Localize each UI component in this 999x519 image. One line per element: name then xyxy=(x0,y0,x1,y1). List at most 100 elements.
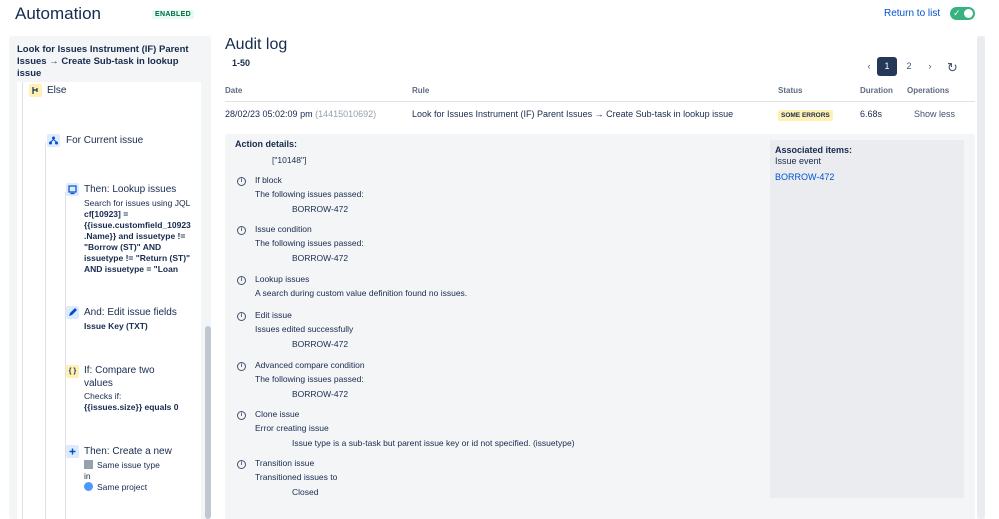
pencil-icon xyxy=(66,306,79,319)
jql-line: .Name}} and issuetype != xyxy=(84,231,186,241)
info-icon: i xyxy=(237,362,246,371)
entry-title: Advanced compare condition xyxy=(255,360,365,370)
log-date-value: 28/02/23 05:02:09 pm xyxy=(225,109,313,119)
entry-desc: Transitioned issues to xyxy=(255,472,338,482)
entry-title: Edit issue xyxy=(255,310,292,320)
status-badge: ENABLED xyxy=(152,10,194,19)
flow-line xyxy=(45,142,46,519)
return-to-list-link[interactable]: Return to list xyxy=(884,8,940,19)
entry-title: Lookup issues xyxy=(255,274,310,284)
branch-icon xyxy=(29,84,42,97)
info-icon: i xyxy=(237,312,246,321)
column-status: Status xyxy=(778,86,803,95)
log-details: Action details: ["10148"] i If block The… xyxy=(225,134,975,519)
project-icon xyxy=(84,482,93,491)
associated-items-panel: Associated items: Issue event BORROW-472 xyxy=(770,140,964,498)
show-less-button[interactable]: Show less xyxy=(914,109,955,119)
lookup-description: Search for issues using JQL xyxy=(84,198,191,208)
audit-log-title: Audit log xyxy=(225,36,288,53)
column-rule: Rule xyxy=(412,86,430,95)
edit-field-summary: Issue Key (TXT) xyxy=(84,321,148,331)
jql-line: {{issue.customfield_10923 xyxy=(84,220,191,230)
braces-icon: { } xyxy=(66,365,79,378)
column-operations: Operations xyxy=(907,86,950,95)
jql-line: AND issuetype = "Loan xyxy=(84,264,179,274)
entry-value: Issue type is a sub-task but parent issu… xyxy=(292,438,575,448)
entry-value: Closed xyxy=(292,487,319,497)
jql-line: "Borrow (ST)" AND xyxy=(84,242,162,252)
rule-sidebar: Look for Issues Instrument (IF) Parent I… xyxy=(9,36,211,519)
entry-desc: The following issues passed: xyxy=(255,189,364,199)
entry-value: BORROW-472 xyxy=(292,204,349,214)
create-issue-node[interactable]: Then: Create a new xyxy=(84,446,172,457)
entry-desc: Error creating issue xyxy=(255,423,329,433)
associated-event-label: Issue event xyxy=(775,156,822,166)
associated-items-label: Associated items: xyxy=(775,145,853,155)
info-icon: i xyxy=(237,226,246,235)
for-current-issue-node[interactable]: For Current issue xyxy=(66,135,143,146)
jql-line: cf[10923] = xyxy=(84,209,129,219)
chevron-right-icon[interactable]: › xyxy=(920,57,940,76)
project-label: Same project xyxy=(97,482,148,492)
action-details-label: Action details: xyxy=(235,139,298,149)
create-issue-type: Same issue type xyxy=(84,460,160,471)
compare-expression: {{issues.size}} equals 0 xyxy=(84,402,179,412)
entry-title: Issue condition xyxy=(255,224,312,234)
lookup-issues-node[interactable]: Then: Lookup issues xyxy=(84,184,176,195)
plus-icon xyxy=(66,445,79,458)
rule-enabled-toggle[interactable]: ✓ xyxy=(950,7,975,20)
page-2-button[interactable]: 2 xyxy=(899,57,919,76)
header-divider xyxy=(225,101,975,102)
entry-desc: A search during custom value definition … xyxy=(255,288,468,298)
info-icon: i xyxy=(237,411,246,420)
jql-line: issuetype != "Return (ST)" xyxy=(84,253,191,263)
page-title: Automation xyxy=(15,4,101,23)
log-rule: Look for Issues Instrument (IF) Parent I… xyxy=(412,109,734,119)
log-id: (14415010692) xyxy=(315,109,377,119)
associated-issue-link[interactable]: BORROW-472 xyxy=(775,172,834,182)
entry-value: BORROW-472 xyxy=(292,339,349,349)
info-icon: i xyxy=(237,276,246,285)
create-in-label: in xyxy=(84,471,91,481)
refresh-icon[interactable]: ↻ xyxy=(947,60,958,76)
issue-type-icon xyxy=(84,460,93,469)
entry-desc: Issues edited successfully xyxy=(255,324,354,334)
result-range: 1-50 xyxy=(232,58,251,68)
check-icon: ✓ xyxy=(953,8,961,18)
else-node[interactable]: Else xyxy=(47,85,66,96)
edit-issue-fields-node[interactable]: And: Edit issue fields xyxy=(84,307,177,318)
sidebar-scrollbar[interactable] xyxy=(205,326,211,519)
issue-type-label: Same issue type xyxy=(97,460,160,470)
entry-value: BORROW-472 xyxy=(292,389,349,399)
audit-log-panel: Audit log 1-50 ‹ 1 2 › ↻ Date Rule Statu… xyxy=(225,36,975,519)
compare-values-node[interactable]: If: Compare two xyxy=(84,365,155,376)
rule-flow[interactable]: Else For Current issue Then: Lookup issu… xyxy=(17,82,201,519)
hierarchy-icon xyxy=(47,134,60,147)
entry-desc: The following issues passed: xyxy=(255,238,364,248)
action-details-value: ["10148"] xyxy=(272,155,307,165)
compare-checks-label: Checks if: xyxy=(84,391,122,401)
toggle-knob xyxy=(964,9,973,18)
column-duration: Duration xyxy=(860,86,893,95)
entry-desc: The following issues passed: xyxy=(255,374,364,384)
column-date: Date xyxy=(225,86,243,95)
main-scrollbar[interactable] xyxy=(977,36,985,519)
search-list-icon xyxy=(66,183,79,196)
chevron-left-icon[interactable]: ‹ xyxy=(859,57,879,76)
log-duration: 6.68s xyxy=(860,109,883,119)
compare-values-node-line2: values xyxy=(84,378,113,389)
flow-line xyxy=(65,192,66,519)
scroll-thumb[interactable] xyxy=(977,36,985,519)
top-bar: Automation ENABLED Return to list ✓ xyxy=(0,0,999,32)
page-1-button[interactable]: 1 xyxy=(877,57,897,76)
flow-line xyxy=(22,82,23,519)
log-date: 28/02/23 05:02:09 pm (14415010692) xyxy=(225,109,376,119)
info-icon: i xyxy=(237,460,246,469)
create-project: Same project xyxy=(84,482,147,493)
entry-title: If block xyxy=(255,175,282,185)
entry-title: Clone issue xyxy=(255,409,300,419)
entry-value: BORROW-472 xyxy=(292,253,349,263)
info-icon: i xyxy=(237,177,246,186)
entry-title: Transition issue xyxy=(255,458,315,468)
log-status-badge: SOME ERRORS xyxy=(778,110,833,121)
